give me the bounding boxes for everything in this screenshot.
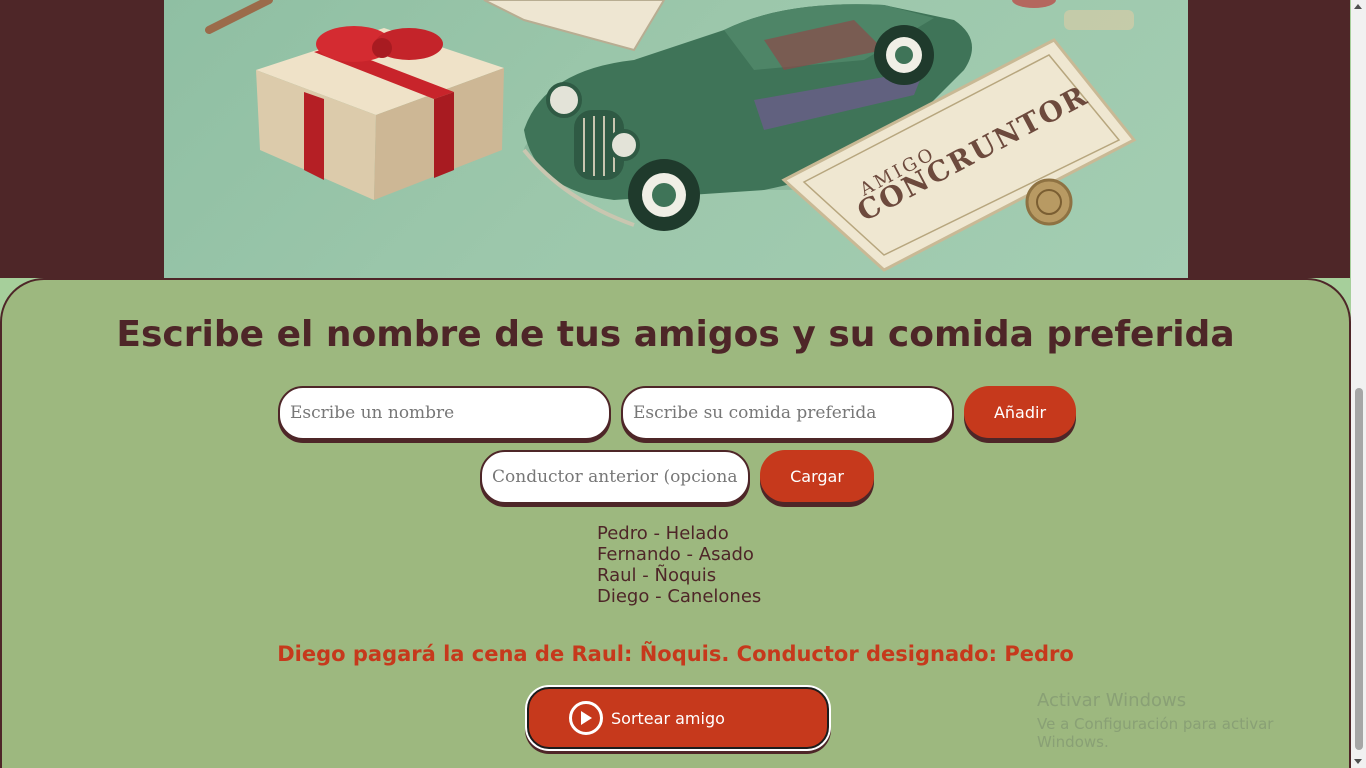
scrollbar-thumb[interactable]	[1355, 388, 1363, 750]
coin-icon	[1025, 178, 1073, 226]
favorite-food-input[interactable]	[621, 386, 954, 440]
draw-result: Diego pagará la cena de Raul: Ñoquis. Co…	[277, 642, 1074, 666]
watermark-subtitle: Ve a Configuración para activar Windows.	[1037, 715, 1274, 751]
friends-list: Pedro - Helado Fernando - Asado Raul - Ñ…	[597, 523, 761, 607]
gift-box-icon	[256, 26, 504, 200]
add-friend-button[interactable]: Añadir	[964, 386, 1076, 438]
draw-friend-button[interactable]: Sortear amigo	[527, 687, 829, 749]
list-item: Fernando - Asado	[597, 544, 754, 565]
vertical-scrollbar[interactable]	[1351, 0, 1366, 768]
list-item: Raul - Ñoquis	[597, 565, 717, 586]
list-item: Diego - Canelones	[597, 586, 762, 607]
watermark-title: Activar Windows	[1037, 690, 1187, 711]
windows-activation-watermark: Activar Windows Ve a Configuración para …	[1037, 690, 1349, 751]
scroll-down-arrow-icon[interactable]	[1354, 759, 1362, 764]
previous-driver-input[interactable]	[480, 450, 750, 504]
scroll-up-arrow-icon[interactable]	[1354, 4, 1362, 9]
list-item: Pedro - Helado	[597, 523, 729, 544]
hero-banner-image: AMIGO CONCRUNTOR	[164, 0, 1188, 278]
main-panel: Escribe el nombre de tus amigos y su com…	[0, 278, 1351, 768]
draw-button-label: Sortear amigo	[611, 708, 725, 728]
play-circle-icon	[569, 701, 603, 735]
load-button[interactable]: Cargar	[760, 450, 874, 502]
friend-name-input[interactable]	[278, 386, 611, 440]
page-title: Escribe el nombre de tus amigos y su com…	[116, 314, 1235, 355]
